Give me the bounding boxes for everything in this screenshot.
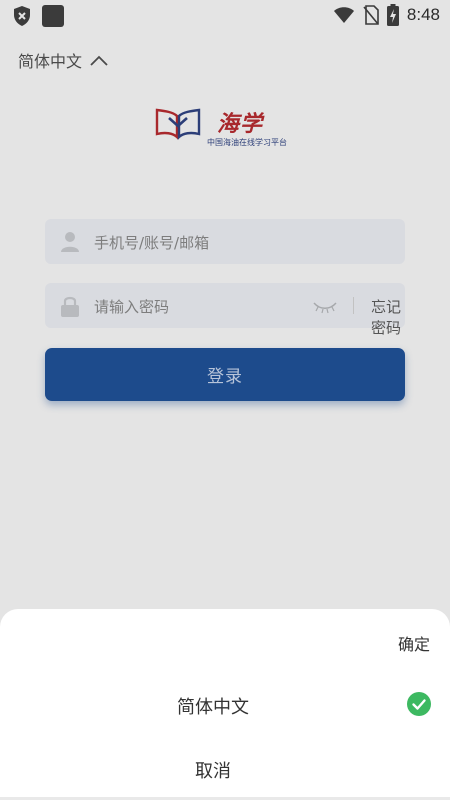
lock-icon [61,296,79,317]
language-bottom-sheet: 确定 简体中文 取消 [0,609,450,800]
forgot-password-link[interactable]: 忘记密码 [371,296,405,338]
logo-title: 海学 [217,111,264,137]
book-logo-icon [155,108,201,140]
password-field[interactable]: 请输入密码 忘记密码 [45,283,405,337]
logo-subtitle: 中国海油在线学习平台 [207,138,287,147]
check-circle-icon [407,692,431,716]
app-logo: 海学 中国海油在线学习平台 [155,104,295,148]
field-divider [353,297,354,314]
wifi-icon [333,7,354,23]
cancel-button[interactable]: 取消 [0,757,426,783]
login-button[interactable]: 登录 [45,348,405,401]
language-switch[interactable]: 简体中文 [18,48,108,72]
account-placeholder: 手机号/账号/邮箱 [94,234,210,252]
status-left-icons [12,5,64,27]
account-field[interactable]: 手机号/账号/邮箱 [45,219,405,264]
battery-charging-icon [386,4,399,26]
eye-closed-icon[interactable] [313,300,337,314]
language-option-label: 简体中文 [177,697,249,718]
status-right-icons: 8:48 [333,4,440,26]
shield-icon [14,6,30,26]
language-switch-label: 简体中文 [18,52,83,71]
user-icon [61,232,79,252]
password-placeholder: 请输入密码 [94,298,170,316]
chevron-up-icon [90,55,108,66]
app-square-icon [42,5,64,27]
language-option-simplified-chinese[interactable]: 简体中文 [0,681,450,725]
status-bar: 8:48 [0,0,450,32]
status-time: 8:48 [406,5,440,24]
confirm-button[interactable]: 确定 [398,631,430,655]
no-sim-icon [363,5,379,25]
